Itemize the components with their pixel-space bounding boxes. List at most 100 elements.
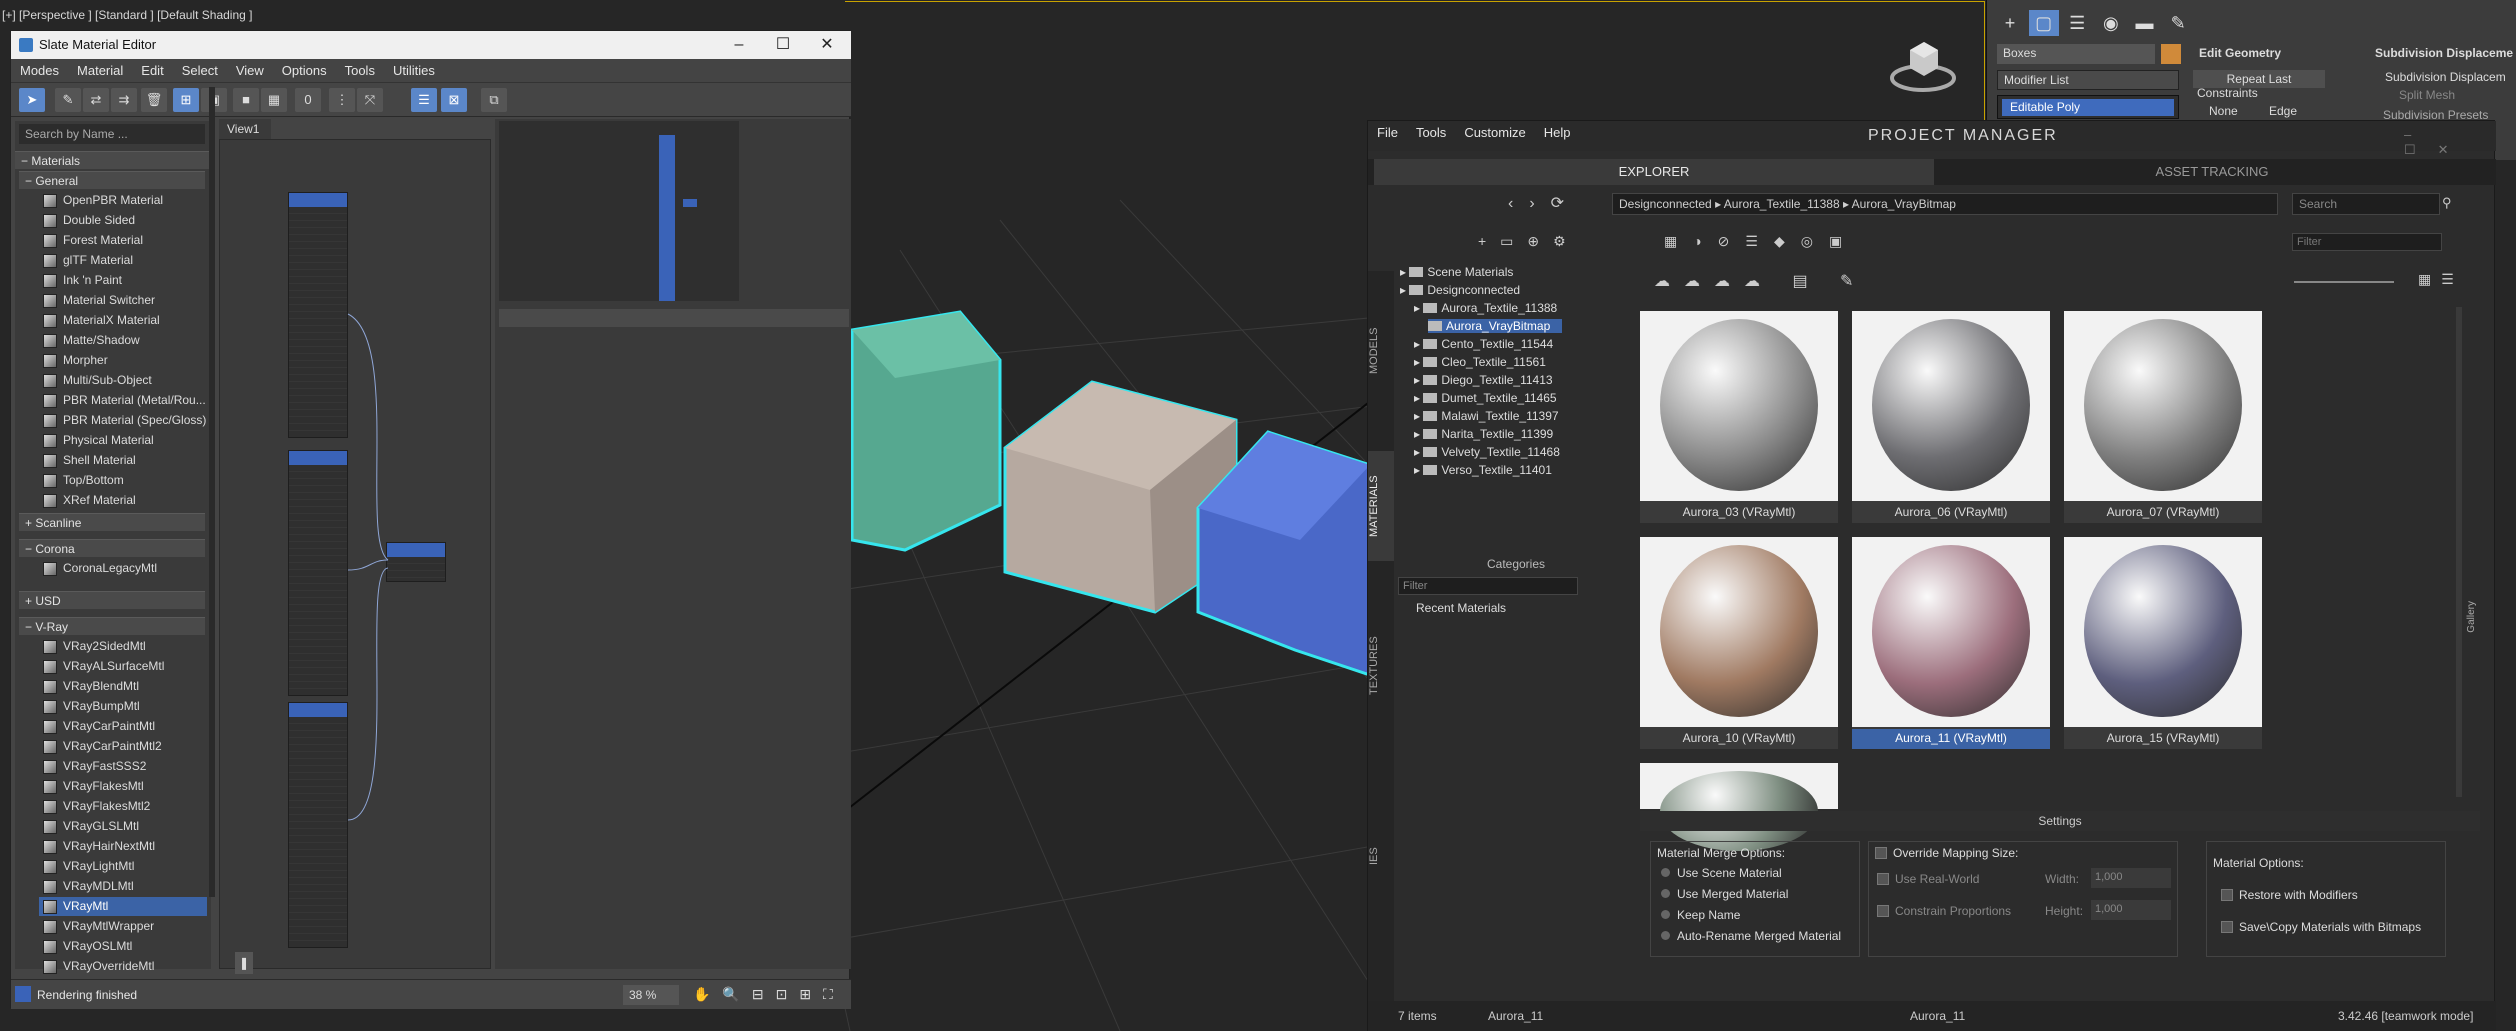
constraint-none-radio[interactable]: None [2209,104,2238,118]
material-item[interactable]: VRayBumpMtl [39,697,207,716]
material-thumbnail[interactable]: Aurora_15 (VRayMtl) [2064,537,2262,749]
stack-item-editable-poly[interactable]: Editable Poly [2002,99,2174,116]
radio-auto-rename[interactable]: Auto-Rename Merged Material [1661,929,1841,943]
material-item[interactable]: Forest Material [39,231,207,250]
material-item[interactable]: VRayOverrideMtl [39,957,207,976]
tree-node[interactable]: ▸ Scene Materials [1400,265,1513,279]
material-item[interactable]: PBR Material (Metal/Rou... [39,391,207,410]
menu-material[interactable]: Material [68,59,132,82]
tree-node[interactable]: Aurora_VrayBitmap [1428,319,1563,333]
side-tab-ies[interactable]: IES [1368,831,1394,881]
motion-tab-icon[interactable]: ◉ [2096,10,2126,36]
save-copy-bitmaps-checkbox[interactable]: Save\Copy Materials with Bitmaps [2221,920,2421,934]
expand-arrow-icon[interactable]: ▸ [1414,337,1423,351]
expand-arrow-icon[interactable]: ▸ [1414,355,1423,369]
viewcube[interactable] [1890,36,1956,96]
put-to-scene-icon[interactable]: ⇄ [83,88,109,112]
pm-search-input[interactable]: Search [2292,193,2440,215]
material-item[interactable]: CoronaLegacyMtl [39,559,207,578]
breadcrumb[interactable]: Designconnected ▸ Aurora_Textile_11388 ▸… [1612,193,2278,215]
expand-arrow-icon[interactable]: ▸ [1414,301,1423,315]
search-icon[interactable]: ⚲ [2442,195,2452,211]
hierarchy-tab-icon[interactable]: ☰ [2062,10,2092,36]
pm-filter-input[interactable]: Filter [2292,233,2442,251]
material-item[interactable]: VRayFlakesMtl [39,777,207,796]
width-input[interactable]: 1,000 [2091,868,2171,888]
browser-search-input[interactable]: Search by Name ... [19,124,205,144]
material-item[interactable]: VRayMtl [39,897,207,916]
material-item[interactable]: VRayBlendMtl [39,677,207,696]
nav-back-forward-refresh[interactable]: ‹›⟳ [1508,193,1580,213]
material-item[interactable]: PBR Material (Spec/Gloss) [39,411,207,430]
tree-node[interactable]: ▸ Narita_Textile_11399 [1414,427,1553,441]
tree-node[interactable]: ▸ Designconnected [1400,283,1520,297]
side-tab-materials[interactable]: MATERIALS [1368,451,1394,561]
material-item[interactable]: Top/Bottom [39,471,207,490]
node-view[interactable] [219,139,491,969]
material-item[interactable]: VRayCarPaintMtl2 [39,737,207,756]
material-item[interactable]: VRayFlakesMtl2 [39,797,207,816]
expand-arrow-icon[interactable]: ▸ [1400,283,1409,297]
material-item[interactable]: Matte/Shadow [39,331,207,350]
select-tool-icon[interactable]: ➤ [19,88,45,112]
tree-node[interactable]: ▸ Verso_Textile_11401 [1414,463,1552,477]
settings-header[interactable]: Settings [1640,811,2480,831]
override-mapping-checkbox[interactable]: Override Mapping Size: [1875,846,2018,860]
view-nav-icons[interactable]: ✋🔍⊟⊡⊞⛶ [693,986,845,1003]
material-item[interactable]: VRayMDLMtl [39,877,207,896]
zoom-dropdown[interactable]: 38 % [623,985,679,1005]
viewport-label[interactable]: [+] [Perspective ] [Standard ] [Default … [2,8,252,22]
material-item[interactable]: Shell Material [39,451,207,470]
material-item[interactable]: VRayOSLMtl [39,937,207,956]
subdivision-displacement-checkbox[interactable]: Subdivision Displacem [2385,70,2506,84]
browser-scrollbar[interactable] [209,87,215,897]
layout-sort-icons[interactable]: ▦☰ [2418,271,2464,288]
modify-tab-icon[interactable]: ▢ [2028,10,2059,36]
tree-node[interactable]: ▸ Dumet_Textile_11465 [1414,391,1557,405]
select-by-material-icon[interactable]: ⧉ [481,88,507,112]
edit-geometry-rollout[interactable]: Edit Geometry [2199,46,2281,60]
radio-use-scene-material[interactable]: Use Scene Material [1661,866,1782,880]
material-item[interactable]: Multi/Sub-Object [39,371,207,390]
object-color-swatch[interactable] [2161,44,2181,64]
constrain-proportions-checkbox[interactable]: Constrain Proportions [1877,904,2011,918]
material-item[interactable]: VRayCarPaintMtl [39,717,207,736]
material-item[interactable]: VRay2SidedMtl [39,637,207,656]
material-item[interactable]: Double Sided [39,211,207,230]
material-item[interactable]: VRayFastSSS2 [39,757,207,776]
layout-all-icon[interactable]: ⋮ [329,88,355,112]
close-button[interactable]: ✕ [805,34,849,56]
pm-menu-tools[interactable]: Tools [1407,121,1455,144]
pm-menu-customize[interactable]: Customize [1455,121,1534,144]
parameter-editor-icon[interactable]: ⊠ [441,88,467,112]
view-toolbar-icons[interactable]: ▦◑⊘☰◆◎▣ [1664,233,1858,250]
material-item[interactable]: Physical Material [39,431,207,450]
modifier-stack[interactable]: Editable Poly [1997,95,2179,119]
navigator-panel[interactable] [499,121,739,301]
menu-edit[interactable]: Edit [132,59,172,82]
expand-arrow-icon[interactable]: ▸ [1414,427,1423,441]
modifier-list-dropdown[interactable]: Modifier List [1997,70,2179,90]
material-thumbnail[interactable]: Aurora_03 (VRayMtl) [1640,311,1838,523]
expand-arrow-icon[interactable]: ▸ [1414,391,1423,405]
maximize-button[interactable]: ☐ [761,34,805,56]
minimize-button[interactable]: – [717,34,761,56]
material-item[interactable]: VRayHairNextMtl [39,837,207,856]
material-item[interactable]: XRef Material [39,491,207,510]
tab-asset-tracking[interactable]: ASSET TRACKING [1934,159,2490,185]
tree-node[interactable]: ▸ Cento_Textile_11544 [1414,337,1553,351]
pm-window-controls[interactable]: –☐✕ [2404,127,2494,158]
gallery-side-tab[interactable]: Gallery [2466,601,2477,633]
restore-modifiers-checkbox[interactable]: Restore with Modifiers [2221,888,2358,902]
display-tab-icon[interactable]: ▬ [2130,10,2160,36]
utilities-tab-icon[interactable]: ✎ [2163,10,2193,36]
expand-arrow-icon[interactable]: ▸ [1400,265,1409,279]
material-thumbnail[interactable]: Aurora_10 (VRayMtl) [1640,537,1838,749]
tree-node[interactable]: ▸ Velvety_Textile_11468 [1414,445,1560,459]
material-item[interactable]: MaterialX Material [39,311,207,330]
material-gallery-icon[interactable]: ❚ [235,952,253,974]
split-mesh-checkbox[interactable]: Split Mesh [2399,88,2455,102]
use-real-world-checkbox[interactable]: Use Real-World [1877,872,1979,886]
expand-arrow-icon[interactable]: ▸ [1414,409,1423,423]
side-tab-models[interactable]: MODELS [1368,311,1394,391]
